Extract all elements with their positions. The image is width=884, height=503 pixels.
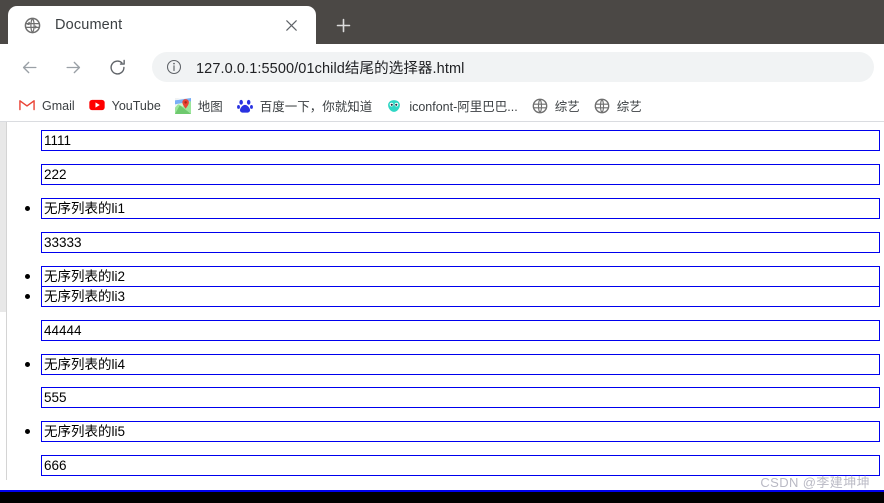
row-text: 1111 [44, 133, 72, 148]
browser-window: Document 127.0.0.1:5500/01child结尾的选择器.ht… [0, 0, 884, 503]
list-item: 无序列表的li2 [41, 266, 880, 287]
bookmark-zongyi-2[interactable]: 综艺 [587, 94, 649, 118]
row-text: 无序列表的li5 [44, 424, 126, 439]
bookmark-label: 综艺 [554, 100, 580, 114]
list-item: 无序列表的li4 [41, 354, 880, 375]
globe-icon [594, 98, 610, 114]
bookmark-label: 综艺 [616, 100, 642, 114]
row-text: 44444 [44, 323, 82, 338]
globe-icon [532, 98, 548, 114]
list-item: 无序列表的li5 [41, 421, 880, 442]
list-bullet [25, 294, 30, 299]
bookmark-baidu[interactable]: 百度一下，你就知道 [230, 94, 380, 118]
bookmark-maps[interactable]: 地图 [168, 94, 230, 118]
row-text: 222 [44, 167, 67, 182]
new-tab-button[interactable] [326, 9, 360, 41]
paragraph-box: 222 [41, 164, 880, 185]
reload-button[interactable] [102, 52, 132, 82]
csdn-watermark: CSDN @李建坤坤 [760, 475, 870, 490]
close-icon[interactable] [280, 14, 302, 36]
paragraph-box: 1111 [41, 130, 880, 151]
paragraph-box: 555 [41, 387, 880, 408]
bookmark-label: 百度一下，你就知道 [259, 100, 373, 114]
paragraph-box: 666 [41, 455, 880, 476]
bookmark-label: YouTube [111, 98, 161, 113]
youtube-icon [88, 98, 105, 114]
google-maps-icon [174, 97, 191, 114]
bookmark-label: iconfont-阿里巴巴... [409, 100, 518, 114]
tab-strip: Document [0, 0, 884, 44]
address-bar[interactable]: 127.0.0.1:5500/01child结尾的选择器.html [152, 52, 874, 82]
bookmark-iconfont[interactable]: iconfont-阿里巴巴... [379, 94, 524, 118]
globe-icon [24, 17, 41, 34]
row-text: 33333 [44, 235, 82, 250]
list-bullet [25, 206, 30, 211]
row-text: 无序列表的li1 [44, 201, 126, 216]
list-item: 无序列表的li1 [41, 198, 880, 219]
browser-tab-active[interactable]: Document [8, 6, 316, 44]
row-text: 无序列表的li2 [44, 269, 126, 284]
forward-button[interactable] [58, 52, 88, 82]
row-text: 无序列表的li4 [44, 357, 126, 372]
bottom-black-strip [0, 492, 884, 503]
bookmark-label: Gmail [42, 98, 75, 113]
baidu-icon [236, 98, 253, 114]
bookmark-zongyi-1[interactable]: 综艺 [525, 94, 587, 118]
row-text: 无序列表的li3 [44, 289, 126, 304]
tab-title: Document [55, 17, 123, 33]
paragraph-box: 33333 [41, 232, 880, 253]
list-bullet [25, 362, 30, 367]
iconfont-icon [386, 98, 402, 114]
info-circle-icon[interactable] [166, 59, 182, 75]
bookmark-youtube[interactable]: YouTube [82, 94, 168, 118]
row-text: 555 [44, 390, 67, 405]
page-viewport: 1111 222 无序列表的li1 33333 无序列表的li2 无序列表的li3 4444… [0, 122, 884, 503]
address-bar-url: 127.0.0.1:5500/01child结尾的选择器.html [196, 60, 465, 77]
navigation-toolbar: 127.0.0.1:5500/01child结尾的选择器.html [0, 44, 884, 90]
bookmark-label: 地图 [197, 100, 223, 114]
bookmarks-bar: Gmail YouTube 地图 百度一下，你就知道 iconfont-阿里巴巴… [0, 90, 884, 122]
gmail-icon [19, 98, 35, 114]
list-bullet [25, 429, 30, 434]
list-bullet [25, 274, 30, 279]
page-content: 1111 222 无序列表的li1 33333 无序列表的li2 无序列表的li3 4444… [0, 122, 884, 503]
paragraph-box: 44444 [41, 320, 880, 341]
back-button[interactable] [14, 52, 44, 82]
bookmark-gmail[interactable]: Gmail [12, 94, 82, 118]
list-item: 无序列表的li3 [41, 286, 880, 307]
row-text: 666 [44, 458, 67, 473]
